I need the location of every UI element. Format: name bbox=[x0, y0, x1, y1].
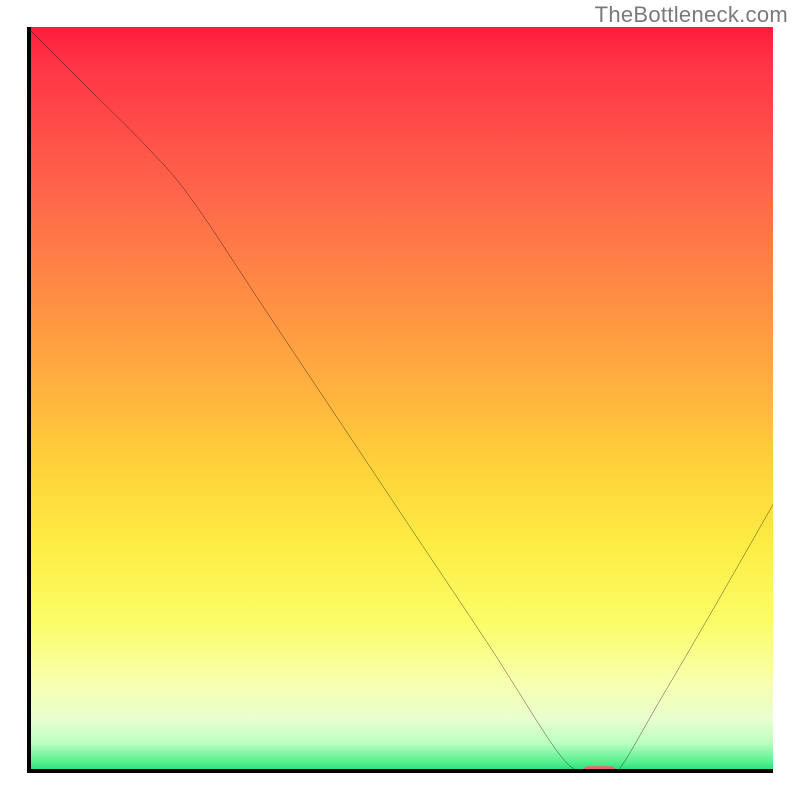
gradient-background bbox=[27, 27, 773, 773]
watermark-text: TheBottleneck.com bbox=[595, 2, 788, 28]
bottleneck-chart: TheBottleneck.com bbox=[0, 0, 800, 800]
